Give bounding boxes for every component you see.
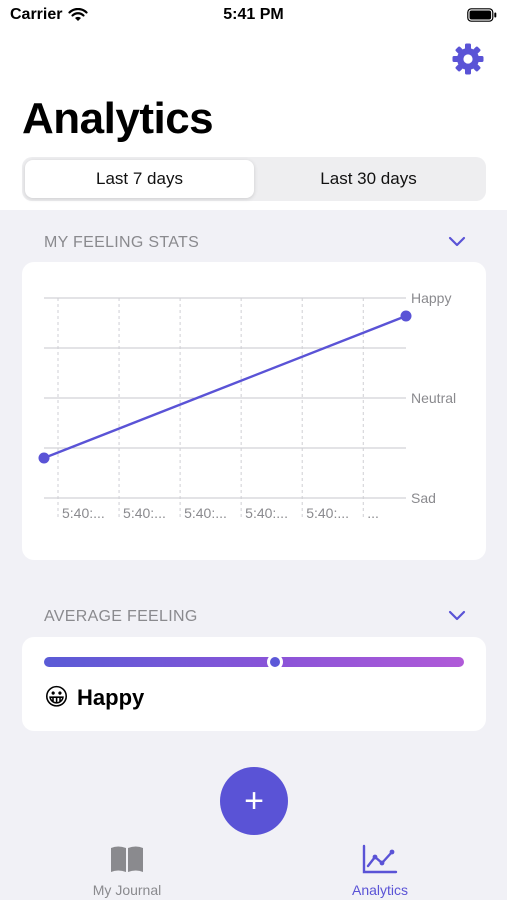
chart-x-label: 5:40:... bbox=[62, 505, 105, 521]
average-feeling-header[interactable]: AVERAGE FEELING bbox=[44, 608, 474, 632]
happy-emoji-icon: 😀 bbox=[44, 684, 70, 711]
tab-analytics[interactable]: Analytics bbox=[280, 840, 480, 900]
chart-y-label: Happy bbox=[411, 290, 451, 306]
chart-x-label: 5:40:... bbox=[123, 505, 166, 521]
chart-x-label: ... bbox=[367, 505, 379, 521]
chart-series-line bbox=[43, 314, 407, 460]
page-title: Analytics bbox=[22, 94, 214, 143]
feeling-stats-header[interactable]: MY FEELING STATS bbox=[44, 234, 474, 258]
chart-x-label: 5:40:... bbox=[245, 505, 288, 521]
chart-x-label: 5:40:... bbox=[184, 505, 227, 521]
content-area: MY FEELING STATS Sad Neutral Happy 5:40:...… bbox=[0, 210, 507, 900]
average-feeling-marker bbox=[267, 654, 283, 670]
feeling-stats-title: MY FEELING STATS bbox=[44, 234, 200, 251]
status-time: 5:41 PM bbox=[223, 6, 284, 23]
feeling-line-chart: Sad Neutral Happy 5:40:... 5:40:... 5:40:... 5… bbox=[38, 290, 456, 521]
tab-bar: My Journal Analytics bbox=[0, 840, 507, 900]
tab-analytics-label: Analytics bbox=[351, 882, 409, 898]
battery-icon bbox=[467, 8, 497, 22]
average-feeling-bar-fill bbox=[44, 657, 464, 667]
chevron-down-icon[interactable] bbox=[448, 610, 466, 622]
feeling-stats-card: Sad Neutral Happy 5:40:... 5:40:... 5:40:... 5… bbox=[22, 262, 486, 560]
chart-y-label: Neutral bbox=[411, 390, 456, 406]
chevron-down-icon[interactable] bbox=[448, 236, 466, 248]
chart-data-point bbox=[400, 310, 412, 322]
status-bar: Carrier 5:41 PM bbox=[0, 0, 507, 32]
date-range-segmented-control: Last 7 days Last 30 days bbox=[22, 157, 486, 201]
average-feeling-label: Happy bbox=[77, 684, 145, 710]
chart-icon bbox=[362, 844, 398, 874]
tab-my-journal[interactable]: My Journal bbox=[27, 840, 227, 900]
chart-data-point bbox=[38, 452, 50, 464]
average-feeling-title: AVERAGE FEELING bbox=[44, 608, 198, 625]
tab-last-30-days[interactable]: Last 30 days bbox=[254, 160, 483, 198]
header: Analytics Last 7 days Last 30 days bbox=[0, 32, 507, 210]
tab-my-journal-label: My Journal bbox=[92, 882, 162, 898]
book-icon bbox=[111, 846, 143, 872]
chart-y-label: Sad bbox=[411, 490, 436, 506]
average-feeling-value: 😀 Happy bbox=[44, 683, 144, 712]
add-entry-button[interactable]: + bbox=[220, 767, 288, 835]
average-feeling-bar bbox=[44, 654, 464, 670]
chart-x-label: 5:40:... bbox=[306, 505, 349, 521]
average-feeling-card: 😀 Happy bbox=[22, 637, 486, 731]
gear-icon[interactable] bbox=[451, 42, 485, 76]
tab-last-7-days[interactable]: Last 7 days bbox=[25, 160, 254, 198]
